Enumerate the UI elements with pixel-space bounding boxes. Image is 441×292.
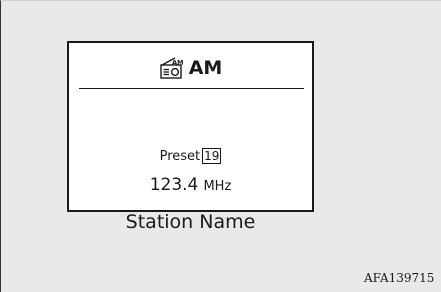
figure-code: AFA139715 bbox=[364, 271, 435, 285]
svg-text:AM: AM bbox=[172, 59, 183, 67]
radio-display-screen: AM AM Preset 19 123.4 MHz Station Name bbox=[67, 41, 314, 233]
display-header: AM AM bbox=[69, 55, 312, 81]
preset-number-box: 19 bbox=[202, 148, 222, 164]
frequency-row: 123.4 MHz bbox=[69, 175, 312, 195]
frequency-value: 123.4 bbox=[149, 175, 199, 195]
figure-frame: AM AM Preset 19 123.4 MHz Station Name A… bbox=[0, 0, 441, 292]
preset-row: Preset 19 bbox=[69, 148, 312, 164]
band-label: AM bbox=[188, 57, 223, 79]
header-divider bbox=[79, 88, 304, 89]
station-name: Station Name bbox=[125, 211, 256, 233]
frequency-unit: MHz bbox=[203, 179, 232, 194]
am-radio-icon: AM bbox=[159, 57, 183, 79]
preset-label: Preset bbox=[159, 148, 201, 164]
